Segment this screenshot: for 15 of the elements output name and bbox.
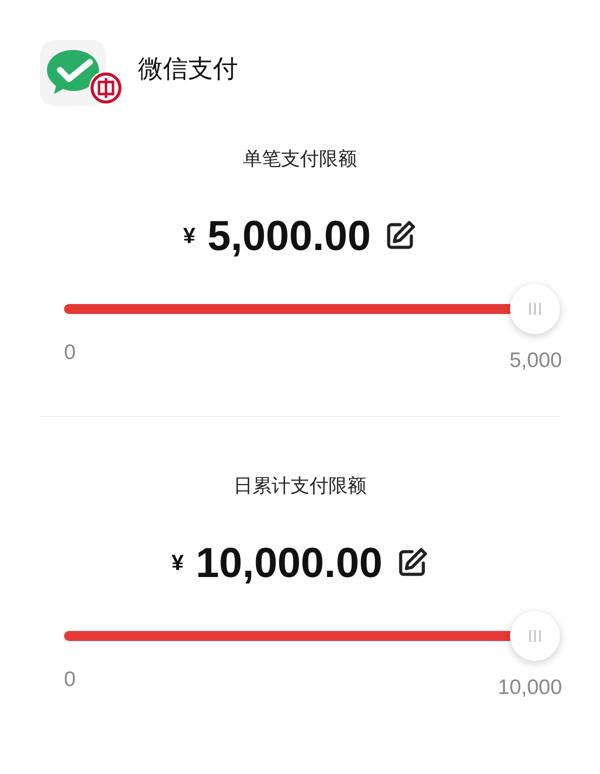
- currency-symbol: ¥: [171, 549, 184, 577]
- slider-min-label: 0: [64, 340, 76, 366]
- app-name: 微信支付: [138, 54, 238, 86]
- currency-symbol: ¥: [183, 222, 196, 250]
- limit-amount: 10,000.00: [196, 542, 383, 584]
- slider-thumb[interactable]: [510, 610, 560, 660]
- limit-slider[interactable]: [64, 610, 560, 662]
- slider-max-label: 10,000: [498, 674, 562, 700]
- limit-amount: 5,000.00: [207, 214, 371, 256]
- limit-title: 单笔支付限额: [243, 148, 357, 172]
- slider-min-label: 0: [64, 666, 76, 692]
- slider-max-label: 5,000: [509, 348, 562, 374]
- slider-thumb[interactable]: [510, 284, 560, 334]
- limit-slider[interactable]: [64, 282, 560, 334]
- limit-title: 日累计支付限额: [234, 475, 366, 499]
